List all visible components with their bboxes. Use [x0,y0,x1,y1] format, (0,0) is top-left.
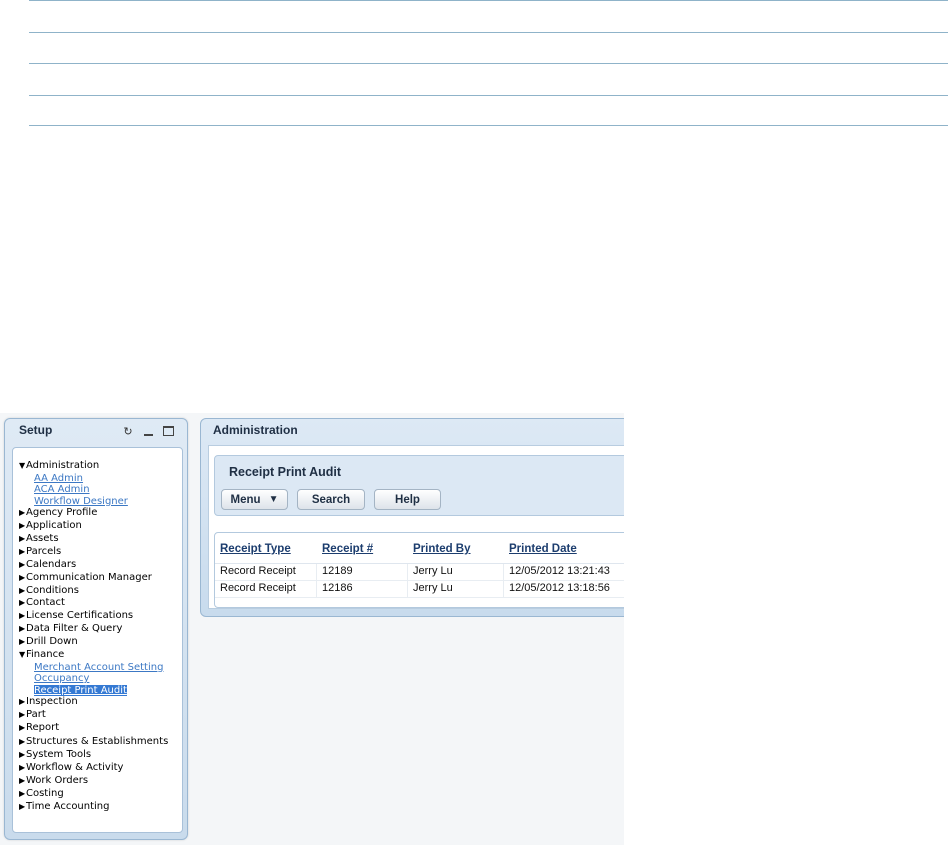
divider-line [29,63,948,64]
selected-tree-item[interactable]: Receipt Print Audit [34,684,127,696]
column-header-receipt-number[interactable]: Receipt # [322,543,373,555]
tree-node-structures-establishments[interactable]: ▶Structures & Establishments [19,735,169,749]
setup-panel-title: Setup [19,423,53,437]
setup-panel: Setup ↻ ▼Administration AA Admin ACA Adm… [4,418,188,840]
tree-node-finance[interactable]: ▼Finance [19,649,169,662]
tree-node-application[interactable]: ▶Application [19,520,169,533]
triangle-right-icon: ▶ [19,736,26,746]
tree-node-administration[interactable]: ▼Administration [19,460,169,473]
triangle-down-icon: ▼ [19,461,26,470]
tree-child-workflow-designer[interactable]: Workflow Designer [19,496,169,507]
app-screenshot: Setup ↻ ▼Administration AA Admin ACA Adm… [0,413,624,845]
column-header-printed-date[interactable]: Printed Date [509,543,577,555]
tree-node-license-certifications[interactable]: ▶License Certifications [19,610,169,623]
tree-child-aca-admin[interactable]: ACA Admin [19,484,169,495]
tree-node-contact[interactable]: ▶Contact [19,597,169,610]
tree-child-receipt-print-audit[interactable]: Receipt Print Audit [19,684,169,696]
tree-node-part[interactable]: ▶Part [19,709,169,722]
cell-printed-by: Jerry Lu [413,565,453,577]
divider-line [29,0,948,1]
triangle-right-icon: ▶ [19,788,26,798]
administration-panel-body: Receipt Print Audit Menu ▼ Search Help R… [208,445,624,609]
menu-button[interactable]: Menu ▼ [221,489,288,510]
triangle-right-icon: ▶ [19,533,26,543]
tree-node-time-accounting[interactable]: ▶Time Accounting [19,801,169,814]
setup-tree: ▼Administration AA Admin ACA Admin Workf… [19,460,169,813]
cell-receipt-type: Record Receipt [220,582,296,594]
column-header-printed-by[interactable]: Printed By [413,543,471,555]
cell-receipt-number: 12189 [322,565,353,577]
tree-node-work-orders[interactable]: ▶Work Orders [19,775,169,788]
tree-node-workflow-activity[interactable]: ▶Workflow & Activity [19,762,169,775]
maximize-icon[interactable] [162,425,174,437]
tree-node-costing[interactable]: ▶Costing [19,788,169,801]
triangle-right-icon: ▶ [19,598,26,608]
cell-printed-date: 12/05/2012 13:21:43 [509,565,610,577]
triangle-right-icon: ▶ [19,723,26,733]
column-divider [316,564,317,597]
administration-panel: Administration Receipt Print Audit Menu … [200,418,624,617]
tree-node-agency-profile[interactable]: ▶Agency Profile [19,507,169,520]
administration-panel-title: Administration [213,423,298,437]
tree-node-assets[interactable]: ▶Assets [19,533,169,546]
divider-line [29,125,948,126]
tree-node-inspection[interactable]: ▶Inspection [19,696,169,709]
triangle-right-icon: ▶ [19,624,26,634]
section-title: Receipt Print Audit [229,465,342,479]
tree-node-system-tools[interactable]: ▶System Tools [19,749,169,762]
minimize-icon[interactable] [142,425,154,437]
triangle-right-icon: ▶ [19,508,26,518]
column-divider [503,564,504,597]
help-button[interactable]: Help [374,489,441,510]
tree-node-drill-down[interactable]: ▶Drill Down [19,636,169,649]
refresh-icon[interactable]: ↻ [122,425,134,438]
tree-node-report[interactable]: ▶Report [19,722,169,735]
triangle-right-icon: ▶ [19,637,26,647]
triangle-right-icon: ▶ [19,559,26,569]
column-divider [407,564,408,597]
table-header: Receipt Type Receipt # Printed By Printe… [215,533,624,564]
triangle-right-icon: ▶ [19,572,26,582]
divider-line [29,95,948,96]
cell-receipt-type: Record Receipt [220,565,296,577]
setup-tree-container: ▼Administration AA Admin ACA Admin Workf… [12,447,183,833]
tree-node-data-filter-query[interactable]: ▶Data Filter & Query [19,623,169,636]
triangle-right-icon: ▶ [19,749,26,759]
triangle-right-icon: ▶ [19,775,26,785]
table-row[interactable]: Record Receipt 12186 Jerry Lu 12/05/2012… [215,581,624,598]
receipt-print-audit-toolbar: Receipt Print Audit Menu ▼ Search Help [214,455,624,516]
cell-printed-by: Jerry Lu [413,582,453,594]
triangle-right-icon: ▶ [19,710,26,720]
triangle-right-icon: ▶ [19,762,26,772]
divider-line [29,32,948,33]
receipt-audit-table: Receipt Type Receipt # Printed By Printe… [214,532,624,608]
triangle-right-icon: ▶ [19,611,26,621]
tree-child-merchant-account-setting[interactable]: Merchant Account Setting [19,662,169,673]
triangle-right-icon: ▶ [19,521,26,531]
triangle-down-icon: ▼ [19,650,26,660]
setup-panel-header: Setup ↻ [5,419,187,443]
table-row[interactable]: Record Receipt 12189 Jerry Lu 12/05/2012… [215,564,624,581]
tree-node-parcels[interactable]: ▶Parcels [19,546,169,559]
triangle-right-icon: ▶ [19,546,26,556]
tree-child-aa-admin[interactable]: AA Admin [19,473,169,484]
column-header-receipt-type[interactable]: Receipt Type [220,543,291,555]
tree-node-calendars[interactable]: ▶Calendars [19,559,169,572]
cell-receipt-number: 12186 [322,582,353,594]
triangle-right-icon: ▶ [19,801,26,811]
tree-node-conditions[interactable]: ▶Conditions [19,585,169,598]
dropdown-arrow-icon: ▼ [268,494,279,505]
cell-printed-date: 12/05/2012 13:18:56 [509,582,610,594]
triangle-right-icon: ▶ [19,697,26,707]
tree-node-communication-manager[interactable]: ▶Communication Manager [19,572,169,585]
search-button[interactable]: Search [297,489,365,510]
triangle-right-icon: ▶ [19,585,26,595]
tree-child-occupancy[interactable]: Occupancy [19,673,169,684]
